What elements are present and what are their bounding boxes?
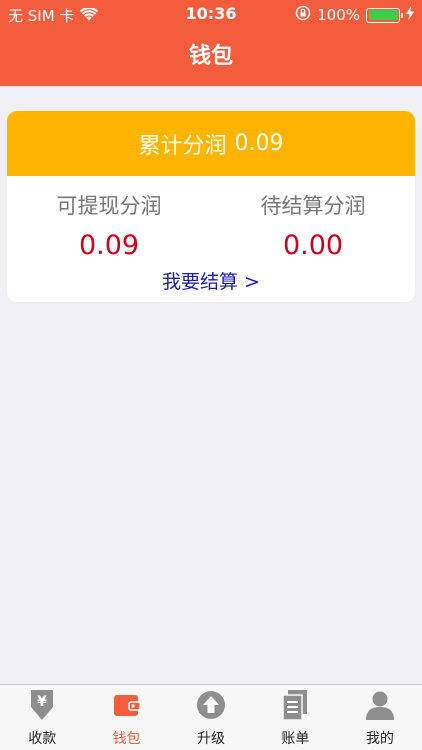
page-title: 钱包 — [188, 44, 233, 69]
tab-wallet[interactable]: 钱包 — [84, 685, 168, 750]
battery-icon — [366, 7, 403, 23]
tab-upgrade[interactable]: 升级 — [169, 685, 253, 750]
profile-icon — [364, 689, 396, 721]
receive-icon: ¥ — [26, 689, 58, 721]
orientation-lock-icon — [295, 5, 311, 25]
bill-icon — [279, 689, 311, 721]
total-profit-value: 0.09 — [234, 131, 284, 156]
status-bar: 无 SIM 卡 10:36 100% — [0, 0, 422, 28]
withdrawable-column: 可提现分润 0.09 — [7, 191, 211, 263]
svg-text:¥: ¥ — [37, 694, 47, 710]
upgrade-icon — [195, 689, 227, 721]
withdrawable-label: 可提现分润 — [56, 194, 162, 218]
tab-bar: ¥ 收款 钱包 升级 账单 我的 — [0, 684, 422, 750]
pending-column: 待结算分润 0.00 — [211, 191, 415, 263]
wallet-card: 累计分润 0.09 可提现分润 0.09 待结算分润 0.00 我要结算 > — [7, 111, 415, 302]
tab-profile[interactable]: 我的 — [338, 685, 422, 750]
tab-bill[interactable]: 账单 — [253, 685, 337, 750]
pending-value: 0.00 — [282, 230, 344, 261]
settle-link[interactable]: 我要结算 > — [7, 267, 415, 294]
tab-receive[interactable]: ¥ 收款 — [0, 685, 84, 750]
profit-columns: 可提现分润 0.09 待结算分润 0.00 — [7, 191, 415, 263]
total-profit-header: 累计分润 0.09 — [7, 111, 415, 176]
tab-receive-label: 收款 — [28, 731, 57, 747]
status-right: 100% — [295, 5, 414, 25]
charging-icon — [406, 6, 414, 24]
total-profit-label: 累计分润 — [138, 133, 227, 159]
pending-label: 待结算分润 — [260, 194, 366, 218]
tab-wallet-label: 钱包 — [112, 731, 141, 747]
tab-upgrade-label: 升级 — [197, 731, 226, 747]
battery-percent: 100% — [317, 6, 360, 24]
tab-profile-label: 我的 — [365, 731, 394, 747]
wallet-icon — [111, 689, 143, 721]
withdrawable-value: 0.09 — [78, 230, 140, 261]
tab-bill-label: 账单 — [281, 731, 310, 747]
app-header: 无 SIM 卡 10:36 100% 钱包 — [0, 0, 422, 86]
